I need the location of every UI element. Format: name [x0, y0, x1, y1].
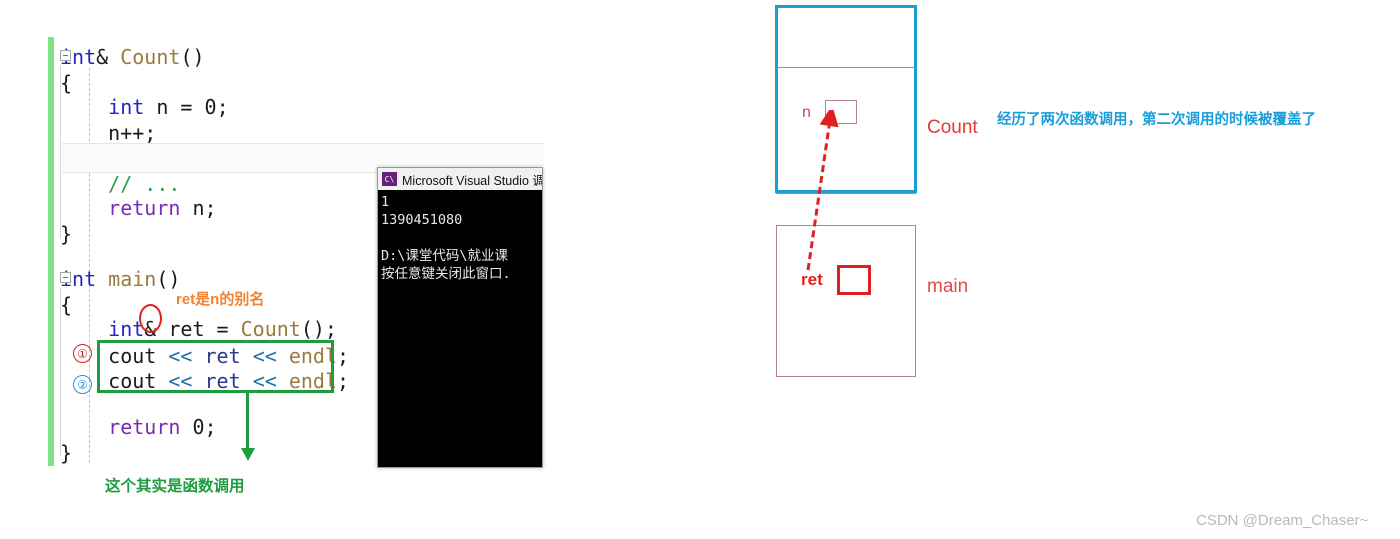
variable-n-slot — [825, 100, 857, 124]
variable-ret-slot — [837, 265, 871, 295]
annotation-blue-note: 经历了两次函数调用，第二次调用的时候被覆盖了 — [997, 112, 1316, 128]
variable-ret-label: ret — [801, 270, 823, 289]
main-frame-label: main — [927, 276, 969, 297]
stack-frame-diagram: n Count ret main 经历了两次函数调用，第二次调用的时候被覆盖了 — [0, 0, 1400, 539]
main-frame-box — [776, 225, 916, 377]
count-frame-blue-highlight — [775, 5, 917, 193]
count-frame-label: Count — [927, 117, 978, 138]
variable-n-label: n — [802, 104, 811, 121]
csdn-watermark: CSDN @Dream_Chaser~ — [1196, 512, 1369, 529]
